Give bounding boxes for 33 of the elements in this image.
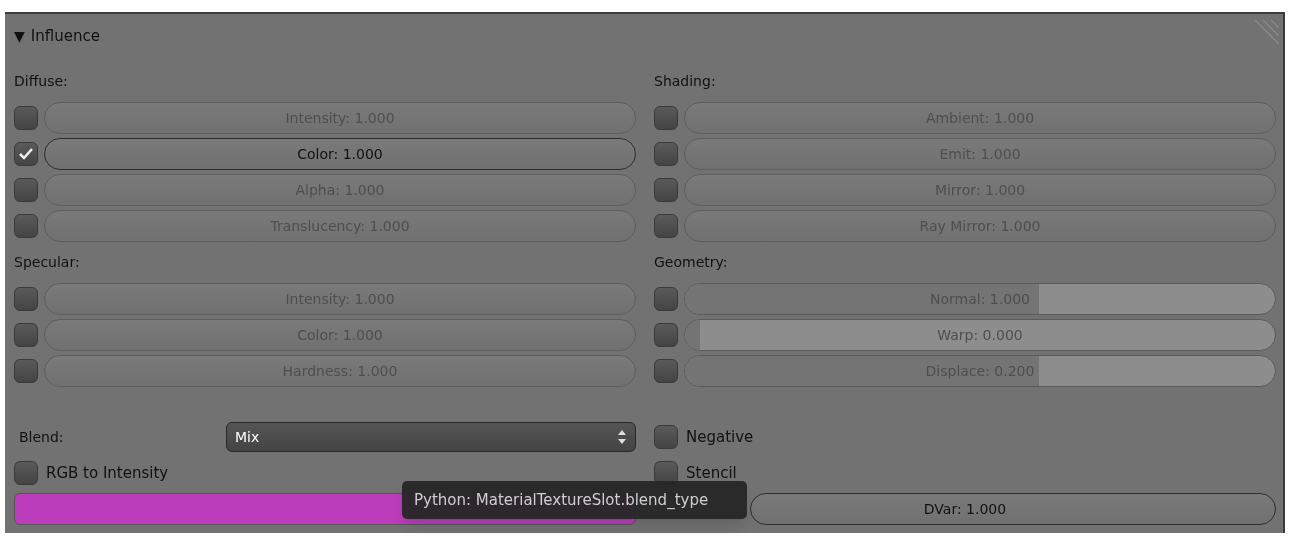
- checkbox[interactable]: [654, 359, 678, 383]
- checkbox[interactable]: [654, 106, 678, 130]
- option-label: Negative: [686, 426, 754, 448]
- tooltip: Python: MaterialTextureSlot.blend_type: [402, 481, 747, 519]
- checkbox[interactable]: [14, 287, 38, 311]
- checkbox[interactable]: [654, 425, 678, 449]
- section-label: Diffuse:: [14, 72, 68, 91]
- checkbox[interactable]: [14, 106, 38, 130]
- checkbox[interactable]: [14, 461, 38, 485]
- option-label: RGB to Intensity: [46, 462, 169, 484]
- checkbox[interactable]: [14, 359, 38, 383]
- blend-dropdown[interactable]: Mix: [226, 422, 636, 452]
- slider[interactable]: Warp: 0.000: [684, 319, 1276, 351]
- collapse-toggle[interactable]: ▼: [14, 25, 25, 47]
- checkbox[interactable]: [14, 178, 38, 202]
- option-label: Stencil: [686, 462, 737, 484]
- checkbox[interactable]: [14, 323, 38, 347]
- section-label: Specular:: [14, 253, 80, 272]
- checkbox[interactable]: [654, 178, 678, 202]
- number-field[interactable]: Color: 1.000: [44, 138, 636, 170]
- updown-icon: [617, 429, 627, 445]
- checkbox[interactable]: [14, 214, 38, 238]
- checkmark-icon: [18, 147, 34, 161]
- checkbox[interactable]: [654, 323, 678, 347]
- section-label: Geometry:: [654, 253, 728, 272]
- blend-label: Blend:: [18, 427, 65, 447]
- checkbox[interactable]: [654, 287, 678, 311]
- checkbox[interactable]: [654, 214, 678, 238]
- panel-title: Influence: [30, 25, 100, 47]
- checkbox[interactable]: [654, 142, 678, 166]
- number-field[interactable]: DVar: 1.000: [750, 493, 1276, 525]
- checkbox[interactable]: [14, 142, 38, 166]
- section-label: Shading:: [654, 72, 716, 91]
